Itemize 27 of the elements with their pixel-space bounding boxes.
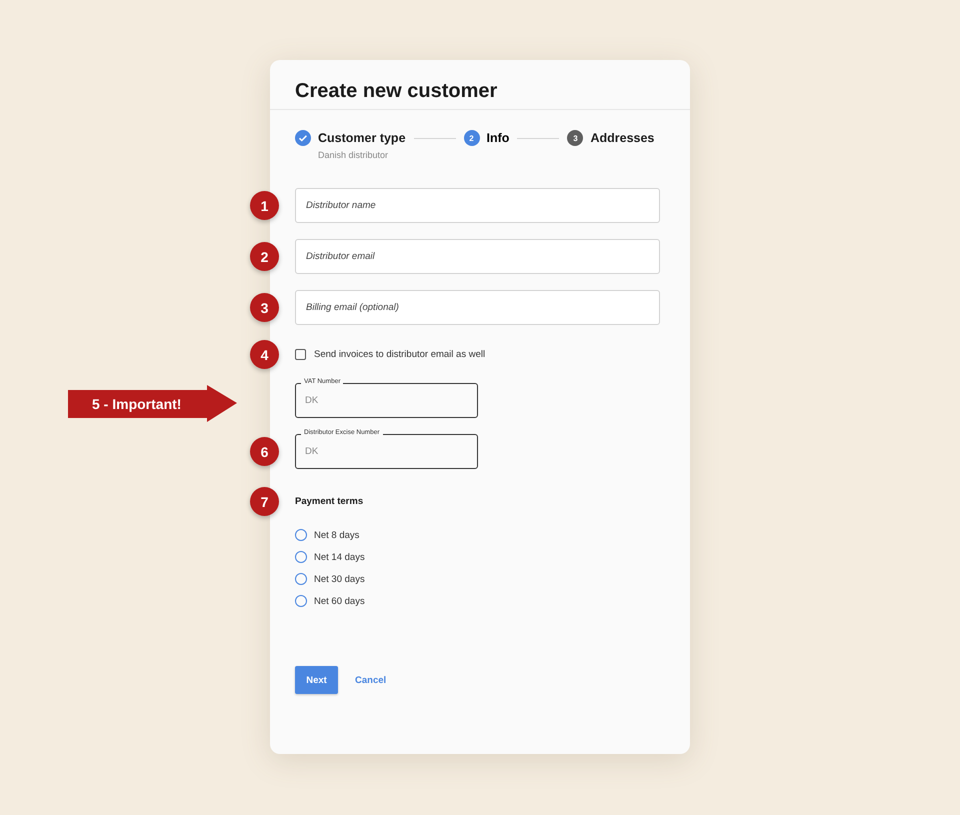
number-marker: 1 [250, 191, 279, 220]
checkbox-label[interactable]: Send invoices to distributor email as well [314, 349, 486, 360]
step-number: 2 [464, 130, 480, 146]
number-marker: 7 [250, 487, 279, 516]
number-marker: 4 [250, 340, 279, 369]
section-label: Payment terms [295, 496, 364, 507]
radio-label[interactable]: Net 8 days [314, 530, 360, 540]
number-marker: 2 [250, 242, 279, 271]
step-number: 3 [567, 130, 584, 146]
number-marker: 3 [250, 293, 279, 322]
step-label[interactable]: Addresses [590, 131, 654, 145]
radio-button[interactable] [295, 551, 307, 563]
next-button[interactable]: Next [295, 666, 338, 694]
radio-label[interactable]: Net 14 days [314, 552, 365, 562]
dialog-title: Create new customer [295, 79, 498, 103]
step-label[interactable]: Info [486, 131, 510, 145]
radio-button[interactable] [295, 573, 307, 585]
radio-button[interactable] [295, 595, 307, 607]
step-subtitle: Danish distributor [318, 150, 390, 160]
checkbox[interactable] [295, 349, 306, 360]
radio-label[interactable]: Net 30 days [314, 574, 365, 584]
input-field[interactable]: DK [295, 434, 478, 469]
input-field[interactable]: DK [295, 383, 478, 418]
radio-label[interactable]: Net 60 days [314, 596, 365, 606]
radio-button[interactable] [295, 529, 307, 541]
step-label[interactable]: Customer type [318, 131, 406, 145]
number-marker: 6 [250, 437, 279, 466]
